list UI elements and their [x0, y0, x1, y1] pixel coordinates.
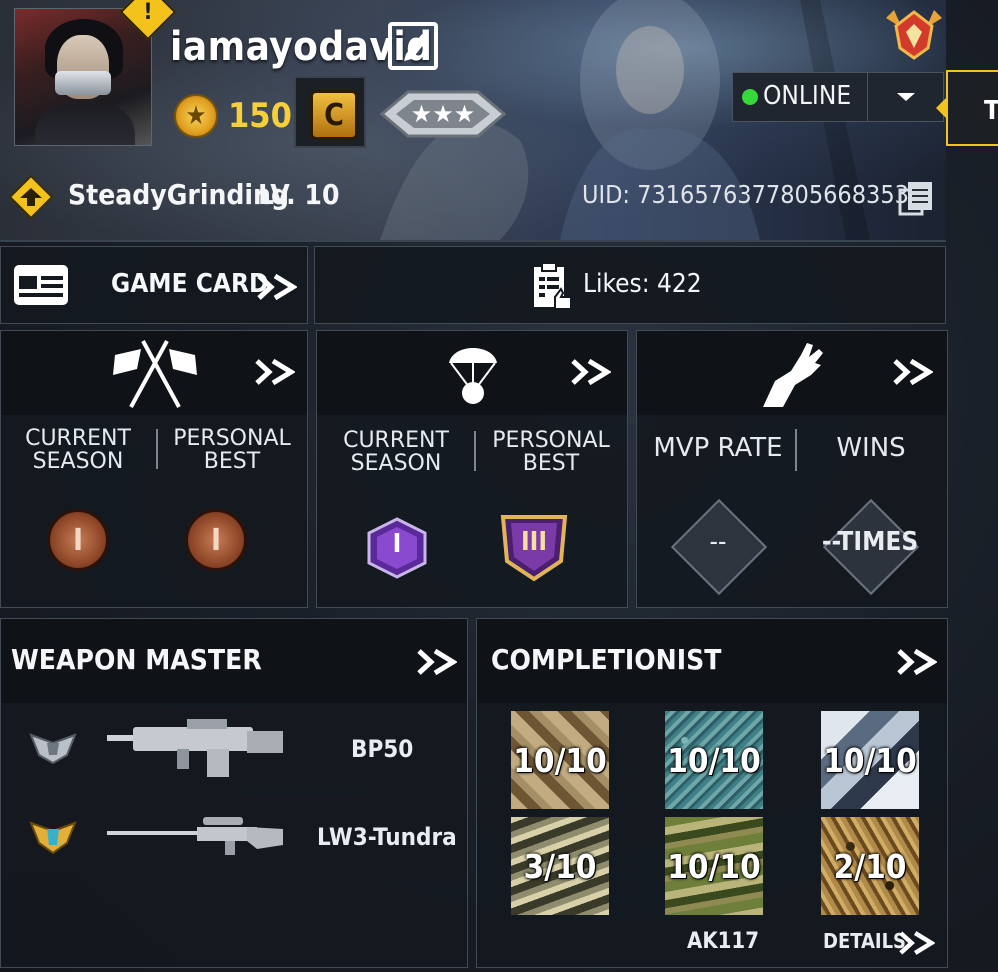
edit-name-button[interactable] [388, 22, 438, 70]
clipboard-thumbs-up-icon [534, 262, 572, 310]
parachute-icon [449, 348, 497, 404]
details-link[interactable]: DETAILS [823, 929, 906, 953]
side-tab-label: T [984, 96, 998, 126]
br-stats-panel[interactable]: CURRENT SEASON PERSONAL BEST I III [316, 330, 628, 608]
purple-rank-numeral: I [392, 529, 402, 559]
weapon-master-title: WEAPON MASTER [11, 643, 262, 676]
chevron-right-double-icon[interactable] [897, 649, 937, 675]
weapon-name: BP50 [351, 735, 414, 763]
weapon-name: LW3-Tundra [317, 823, 457, 851]
likes-panel[interactable]: Likes: 422 [314, 246, 946, 324]
wins-value: --TIMES [821, 527, 919, 557]
game-card-label: GAME CARD [111, 269, 269, 299]
clan-emblem-icon [8, 174, 54, 220]
completionist-header: COMPLETIONIST [477, 619, 947, 703]
personal-best-label: PERSONAL BEST [173, 426, 291, 474]
coin-count: 150 [228, 96, 292, 136]
id-card-icon [14, 265, 68, 305]
three-star-badge-icon[interactable]: ★★★ [378, 84, 508, 142]
camo-tile[interactable]: 10/10 [511, 711, 609, 809]
zombie-stats-header [637, 331, 947, 415]
copy-icon[interactable] [898, 180, 934, 216]
camo-tile[interactable]: 2/10 [821, 817, 919, 915]
sniper-rifle-icon [107, 817, 283, 855]
likes-count: Likes: 422 [583, 269, 702, 299]
svg-text:★★★: ★★★ [411, 100, 476, 128]
online-status-label: ONLINE [763, 81, 852, 111]
completionist-title: COMPLETIONIST [491, 643, 722, 676]
current-season-label: CURRENT SEASON [343, 428, 449, 476]
warning-icon-symbol: ! [143, 0, 153, 25]
chevron-right-double-icon[interactable] [571, 359, 611, 385]
coin-star-icon: ★ [174, 94, 218, 138]
chevron-right-double-icon[interactable] [255, 359, 295, 385]
column-divider [156, 429, 158, 469]
camo-tile[interactable]: 10/10 [821, 711, 919, 809]
crossed-flags-icon [113, 340, 197, 408]
online-dot-icon [742, 89, 758, 105]
pencil-icon [404, 34, 428, 61]
camo-tile[interactable]: 3/10 [511, 817, 609, 915]
weapon-row[interactable]: BP50 [1, 707, 467, 791]
player-title: SteadyGrinding [68, 178, 290, 211]
rank-c-letter: C [310, 90, 358, 140]
camo-tile[interactable]: 10/10 [665, 711, 763, 809]
ranked-stats-panel[interactable]: CURRENT SEASON PERSONAL BEST I I [0, 330, 308, 608]
bronze-rank-badge[interactable]: I [185, 509, 247, 571]
online-status-selector[interactable]: ONLINE [732, 72, 944, 122]
smg-weapon-icon [107, 719, 283, 777]
rank-c-badge[interactable]: C [294, 76, 366, 148]
br-stats-header [317, 331, 627, 415]
wins-label: WINS [836, 433, 906, 463]
silver-wing-badge-icon [29, 733, 77, 765]
gold-wing-badge-icon [29, 821, 77, 855]
chevron-right-double-icon[interactable] [417, 649, 457, 675]
personal-best-label: PERSONAL BEST [492, 428, 610, 476]
zombie-stats-panel[interactable]: MVP RATE WINS -- --TIMES [636, 330, 948, 608]
purple-rank-badge[interactable]: I [363, 517, 431, 579]
weapon-master-header: WEAPON MASTER [1, 619, 467, 703]
chevron-down-icon [897, 93, 915, 101]
column-divider [795, 429, 797, 471]
status-divider [867, 73, 868, 121]
status-dropdown-button[interactable] [869, 73, 943, 121]
rank-emblem-icon[interactable] [884, 4, 944, 62]
zombie-hand-icon [763, 343, 823, 407]
chevron-right-double-icon [257, 274, 297, 300]
camo-weapon-name: AK117 [687, 929, 759, 954]
current-season-label: CURRENT SEASON [25, 426, 131, 474]
gold-rank-numeral: III [520, 527, 548, 557]
column-divider [474, 431, 476, 471]
bronze-rank-badge[interactable]: I [47, 509, 109, 571]
weapon-row[interactable]: LW3-Tundra [1, 795, 467, 879]
gold-purple-rank-badge[interactable]: III [495, 511, 573, 583]
player-uid: UID: 7316576377805668353 [582, 180, 909, 209]
profile-header: ! iamayodavid ★ 150 C ★★★ SteadyGrinding… [0, 0, 946, 242]
game-card-button[interactable]: GAME CARD [0, 246, 308, 324]
mvp-rate-value: -- [709, 527, 727, 557]
player-level: LV. 10 [258, 178, 340, 211]
chevron-right-double-icon[interactable] [893, 359, 933, 385]
mvp-rate-label: MVP RATE [653, 433, 783, 463]
ranked-stats-header [1, 331, 307, 415]
weapon-master-panel[interactable]: WEAPON MASTER BP50 LW3-Tundra [0, 618, 468, 968]
completionist-panel[interactable]: COMPLETIONIST 10/10 10/10 10/10 3/10 10/… [476, 618, 948, 968]
chevron-right-double-icon[interactable] [899, 931, 935, 955]
camo-tile[interactable]: 10/10 [665, 817, 763, 915]
